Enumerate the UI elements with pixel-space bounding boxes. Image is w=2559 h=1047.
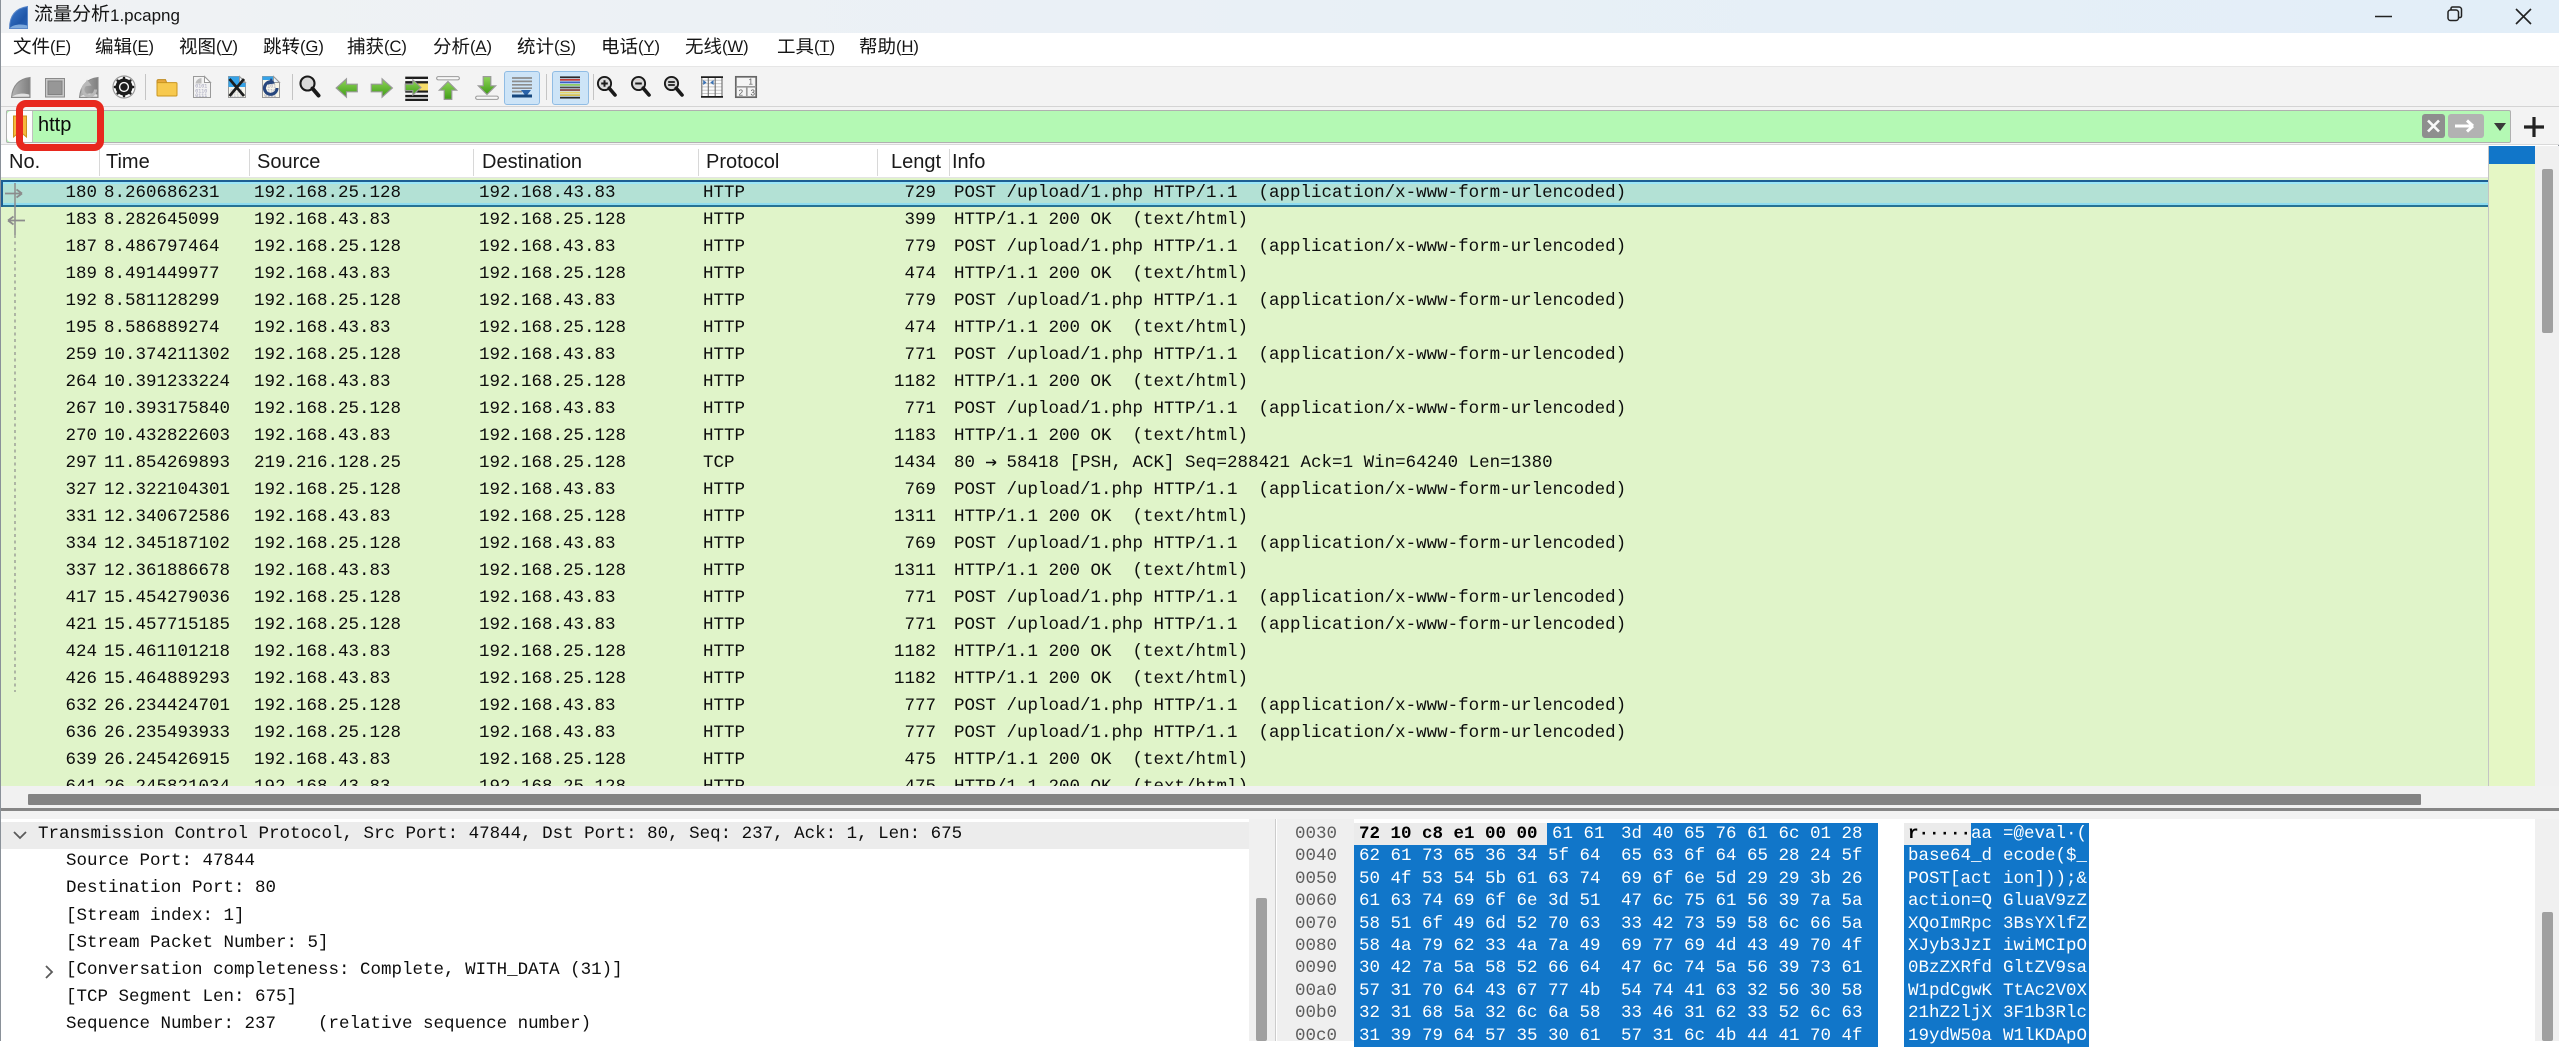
svg-text:1: 1 — [749, 78, 754, 87]
svg-text:3: 3 — [751, 89, 756, 98]
svg-text:0111: 0111 — [195, 93, 207, 99]
svg-text:2: 2 — [739, 89, 744, 98]
